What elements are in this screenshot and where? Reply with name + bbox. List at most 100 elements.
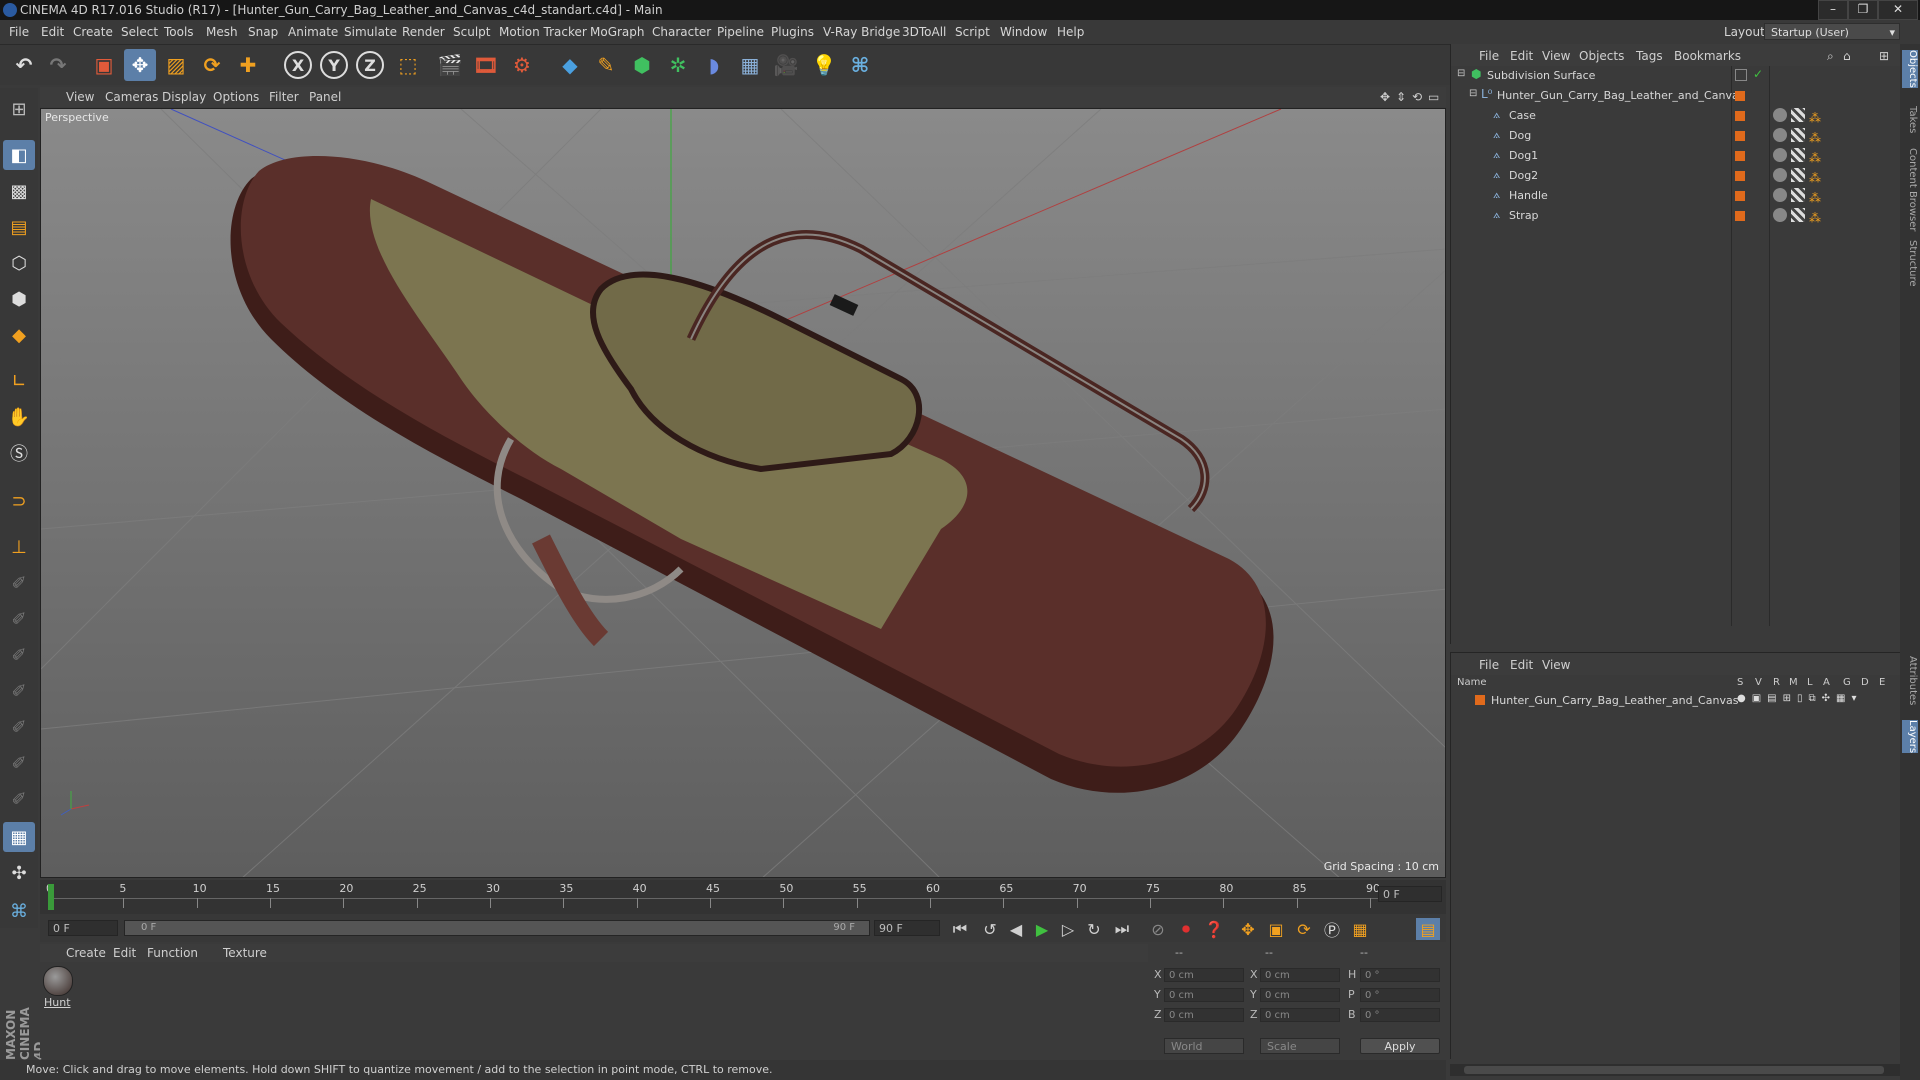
menu-character[interactable]: Character	[652, 25, 711, 39]
menu-snap[interactable]: Snap	[248, 25, 278, 39]
perspective-viewport[interactable]: Perspective Grid Spacing : 10 cm	[40, 108, 1446, 878]
viewport-menu-panel[interactable]: Panel	[309, 90, 341, 104]
object-row-strap[interactable]: ⟑ Strap ⁂	[1451, 206, 1901, 226]
layer-color-tag[interactable]	[1735, 151, 1745, 161]
menu-vray-bridge[interactable]: V-Ray Bridge	[823, 25, 900, 39]
timeline-window-icon[interactable]: ▤	[1416, 918, 1440, 940]
playhead-marker[interactable]	[48, 884, 54, 910]
menu-script[interactable]: Script	[955, 25, 990, 39]
rotation-h-field[interactable]: 0 °	[1360, 968, 1440, 982]
apply-button[interactable]: Apply	[1360, 1038, 1440, 1054]
menu-mograph[interactable]: MoGraph	[590, 25, 645, 39]
viewport-rotate-icon[interactable]: ⟲	[1412, 90, 1422, 104]
subdivision-generator-icon[interactable]: ⬢	[626, 49, 658, 81]
material-tags-icon[interactable]: ⁂	[1773, 168, 1833, 185]
x-axis-lock-button[interactable]: X	[282, 49, 314, 81]
layer-color-tag[interactable]	[1735, 111, 1745, 121]
lm-menu-view[interactable]: View	[1542, 658, 1570, 672]
move-tool-icon[interactable]: ✥	[124, 49, 156, 81]
material-tags-icon[interactable]: ⁂	[1773, 188, 1833, 205]
cube-primitive-icon[interactable]: ◆	[554, 49, 586, 81]
magnet-icon[interactable]: ⊃	[3, 486, 35, 516]
texture-mode-icon[interactable]: ▩	[3, 176, 35, 206]
render-settings-icon[interactable]: ⚙	[506, 49, 538, 81]
material-tags-icon[interactable]: ⁂	[1773, 208, 1833, 225]
y-axis-lock-button[interactable]: Y	[318, 49, 350, 81]
go-to-end-icon[interactable]: ⏭	[1110, 918, 1134, 940]
key-position-icon[interactable]: ✥	[1236, 918, 1260, 940]
solo-mode-icon[interactable]: Ⓢ	[3, 438, 35, 468]
om-menu-file[interactable]: File	[1479, 49, 1499, 63]
play-icon[interactable]: ▶	[1030, 918, 1054, 940]
viewport-menu-cameras[interactable]: Cameras	[105, 90, 158, 104]
current-frame-field[interactable]: 0 F	[1378, 886, 1442, 902]
object-row-dog[interactable]: ⟑ Dog ⁂	[1451, 126, 1901, 146]
menu-edit[interactable]: Edit	[41, 25, 64, 39]
object-row-handle[interactable]: ⟑ Handle ⁂	[1451, 186, 1901, 206]
visibility-icon[interactable]	[1735, 69, 1747, 81]
brush-tool-icon[interactable]: ✐	[3, 568, 35, 598]
menu-select[interactable]: Select	[121, 25, 158, 39]
position-y-field[interactable]: 0 cm	[1164, 988, 1244, 1002]
menu-sculpt[interactable]: Sculpt	[453, 25, 490, 39]
render-view-icon[interactable]: 🎬	[434, 49, 466, 81]
layer-color-tag[interactable]	[1735, 91, 1745, 101]
sculpt-knife-icon[interactable]: ✐	[3, 784, 35, 814]
position-z-field[interactable]: 0 cm	[1164, 1008, 1244, 1022]
mograph-cloner-icon[interactable]: ✲	[662, 49, 694, 81]
next-frame-icon[interactable]: ▷	[1056, 918, 1080, 940]
sculpt-smooth-icon[interactable]: ✐	[3, 640, 35, 670]
enabled-check-icon[interactable]: ✓	[1753, 67, 1763, 81]
render-picture-viewer-icon[interactable]: 🎞	[470, 49, 502, 81]
menu-create[interactable]: Create	[73, 25, 113, 39]
om-menu-bookmarks[interactable]: Bookmarks	[1674, 49, 1741, 63]
object-row-dog1[interactable]: ⟑ Dog1 ⁂	[1451, 146, 1901, 166]
material-swatch[interactable]	[43, 966, 73, 996]
menu-3dtoall[interactable]: 3DToAll	[902, 25, 946, 39]
layer-color-swatch[interactable]	[1475, 695, 1485, 705]
tab-layers[interactable]: Layers	[1902, 720, 1918, 754]
sculpt-flatten-icon[interactable]: ✐	[3, 676, 35, 706]
range-slider[interactable]: 0 F 90 F	[124, 920, 870, 936]
record-off-icon[interactable]: ⊘	[1146, 918, 1170, 940]
collapse-icon[interactable]: ⊟	[1457, 68, 1465, 79]
scale-tool-icon[interactable]: ▨	[160, 49, 192, 81]
menu-mesh[interactable]: Mesh	[206, 25, 238, 39]
menu-file[interactable]: File	[9, 25, 29, 39]
layer-toggles-icon[interactable]: ●▣▤⊞▯⧉✣▦▾	[1737, 693, 1863, 704]
sculpt-pull-icon[interactable]: ✐	[3, 604, 35, 634]
material-tags-icon[interactable]: ⁂	[1773, 108, 1833, 125]
go-to-start-icon[interactable]: ⏮	[948, 918, 972, 940]
viewport-menu-options[interactable]: Options	[213, 90, 259, 104]
material-menu-texture[interactable]: Texture	[223, 946, 267, 960]
position-x-field[interactable]: 0 cm	[1164, 968, 1244, 982]
size-mode-dropdown[interactable]: Scale	[1260, 1038, 1340, 1054]
model-mode-icon[interactable]: ◧	[3, 140, 35, 170]
om-menu-edit[interactable]: Edit	[1510, 49, 1533, 63]
scrollbar-thumb[interactable]	[1464, 1066, 1884, 1074]
coordinate-space-dropdown[interactable]: World	[1164, 1038, 1244, 1054]
transform-tool-icon[interactable]: ✚	[232, 49, 264, 81]
autokey-icon[interactable]: ❓	[1202, 918, 1226, 940]
live-selection-icon[interactable]: ▣	[88, 49, 120, 81]
deformer-icon[interactable]: ◗	[698, 49, 730, 81]
rotation-b-field[interactable]: 0 °	[1360, 1008, 1440, 1022]
menu-help[interactable]: Help	[1057, 25, 1084, 39]
tab-content-browser[interactable]: Content Browser	[1902, 148, 1918, 231]
start-frame-field[interactable]: 0 F	[48, 920, 118, 936]
menu-pipeline[interactable]: Pipeline	[717, 25, 764, 39]
lm-menu-file[interactable]: File	[1479, 658, 1499, 672]
om-menu-objects[interactable]: Objects	[1579, 49, 1624, 63]
next-key-icon[interactable]: ↻	[1082, 918, 1106, 940]
object-row-case[interactable]: ⟑ Case ⁂	[1451, 106, 1901, 126]
menu-motion-tracker[interactable]: Motion Tracker	[499, 25, 587, 39]
menu-tools[interactable]: Tools	[164, 25, 194, 39]
key-rotation-icon[interactable]: ⟳	[1292, 918, 1316, 940]
menu-render[interactable]: Render	[402, 25, 445, 39]
polygons-mode-icon[interactable]: ◆	[3, 320, 35, 350]
z-axis-lock-button[interactable]: Z	[354, 49, 386, 81]
make-editable-icon[interactable]: ⊞	[3, 94, 35, 124]
object-row-dog2[interactable]: ⟑ Dog2 ⁂	[1451, 166, 1901, 186]
key-pla-icon[interactable]: ▦	[1348, 918, 1372, 940]
layer-color-tag[interactable]	[1735, 131, 1745, 141]
